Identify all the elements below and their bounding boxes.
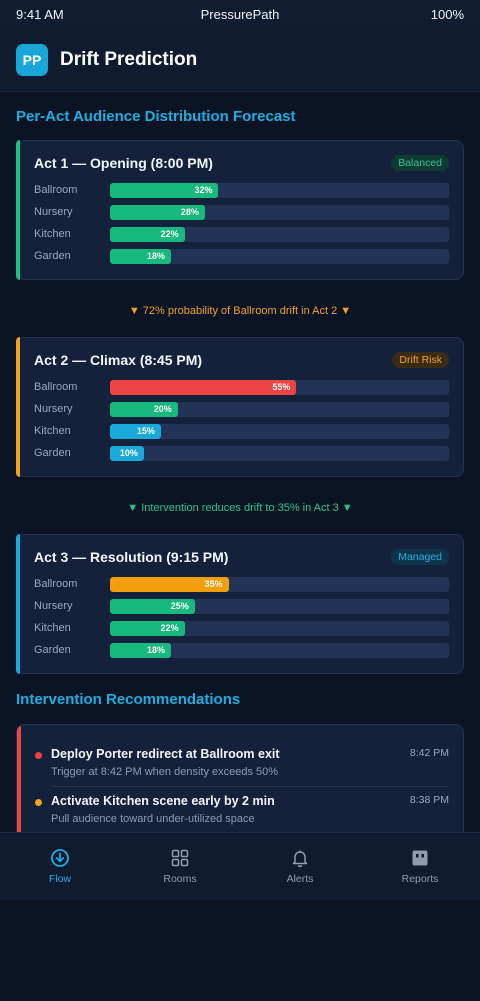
- room-row: Nursery 28%: [34, 201, 449, 223]
- status-battery: 100%: [430, 6, 464, 22]
- distribution-bar-track: 18%: [110, 248, 449, 264]
- room-label: Garden: [34, 250, 71, 262]
- room-row: Garden 18%: [34, 639, 449, 661]
- room-label: Ballroom: [34, 578, 78, 590]
- act-title: Act 2 — Climax (8:45 PM): [34, 352, 203, 368]
- priority-dot: [35, 799, 42, 806]
- distribution-bar-track: 55%: [110, 379, 449, 395]
- tab-label: Flow: [48, 873, 72, 885]
- room-row: Kitchen 22%: [34, 223, 449, 245]
- intervention-effect-note: ▼ Intervention reduces drift to 35% in A…: [127, 502, 353, 514]
- room-label: Nursery: [34, 600, 73, 612]
- act-title: Act 3 — Resolution (9:15 PM): [34, 549, 229, 565]
- distribution-bar-fill: 22%: [110, 620, 185, 636]
- room-label: Garden: [34, 447, 71, 459]
- tab-label: Alerts: [286, 873, 314, 885]
- distribution-bar-fill: 25%: [110, 598, 195, 614]
- act-card-2[interactable]: Act 2 — Climax (8:45 PM) Drift Risk Ball…: [16, 337, 464, 477]
- forecast-section-title: Per-Act Audience Distribution Forecast: [16, 108, 296, 125]
- act-title: Act 1 — Opening (8:00 PM): [34, 155, 213, 171]
- recommendation-title: Activate Kitchen scene early by 2 min: [51, 794, 275, 808]
- drift-probability-note: ▼ 72% probability of Ballroom drift in A…: [128, 305, 352, 317]
- room-row: Kitchen 22%: [34, 617, 449, 639]
- priority-dot: [35, 752, 42, 759]
- act-card-3[interactable]: Act 3 — Resolution (9:15 PM) Managed Bal…: [16, 534, 464, 674]
- grid-icon: [171, 849, 189, 867]
- distribution-bar-fill: 18%: [110, 248, 172, 264]
- main-content[interactable]: Per-Act Audience Distribution Forecast A…: [0, 92, 480, 832]
- distribution-bar-track: 22%: [110, 226, 449, 242]
- tab-rooms[interactable]: Rooms: [120, 833, 240, 900]
- room-row: Ballroom 35%: [34, 573, 449, 595]
- room-row: Garden 10%: [34, 442, 449, 464]
- interventions-card: Deploy Porter redirect at Ballroom exit …: [16, 724, 464, 832]
- room-label: Ballroom: [34, 381, 78, 393]
- recommendation-time: 8:42 PM: [409, 747, 449, 759]
- room-row: Ballroom 55%: [34, 376, 449, 398]
- distribution-bar-track: 18%: [110, 642, 449, 658]
- status-badge: Drift Risk: [392, 352, 449, 368]
- act-card-1[interactable]: Act 1 — Opening (8:00 PM) Balanced Ballr…: [16, 140, 464, 280]
- bottom-tab-bar: Flow Rooms Alerts Reports: [0, 832, 480, 900]
- distribution-bar-fill: 32%: [110, 182, 219, 198]
- room-row: Ballroom 32%: [34, 179, 449, 201]
- distribution-bar-track: 15%: [110, 423, 449, 439]
- page-title: Drift Prediction: [60, 48, 198, 70]
- act-accent-bar: [16, 534, 20, 674]
- interventions-section-title: Intervention Recommendations: [16, 691, 241, 708]
- bell-icon: [292, 850, 308, 868]
- recommendation-title: Deploy Porter redirect at Ballroom exit: [51, 747, 280, 761]
- distribution-bar-fill: 22%: [110, 226, 185, 242]
- room-row: Nursery 20%: [34, 398, 449, 420]
- act-accent-bar: [16, 337, 20, 477]
- tab-reports[interactable]: Reports: [360, 833, 480, 900]
- room-label: Garden: [34, 644, 71, 656]
- room-label: Nursery: [34, 403, 73, 415]
- status-badge: Balanced: [391, 155, 449, 171]
- app-logo: PP: [16, 43, 48, 76]
- distribution-bar-track: 32%: [110, 182, 449, 198]
- app-header: PP Drift Prediction: [0, 28, 480, 92]
- room-label: Nursery: [34, 206, 73, 218]
- status-time: 9:41 AM: [16, 6, 64, 22]
- distribution-bar-track: 22%: [110, 620, 449, 636]
- distribution-bar-fill: 18%: [110, 642, 172, 658]
- room-label: Kitchen: [34, 228, 71, 240]
- distribution-bar-track: 10%: [110, 445, 449, 461]
- status-badge: Managed: [391, 549, 449, 565]
- tab-label: Rooms: [163, 873, 197, 885]
- distribution-bar-fill: 35%: [110, 576, 229, 592]
- distribution-bar-track: 20%: [110, 401, 449, 417]
- room-row: Nursery 25%: [34, 595, 449, 617]
- act-accent-bar: [16, 140, 20, 280]
- recommendation-subtitle: Trigger at 8:42 PM when density exceeds …: [51, 766, 279, 778]
- recommendation-subtitle: Pull audience toward under-utilized spac…: [51, 813, 255, 825]
- report-icon: [412, 850, 428, 866]
- distribution-bar-fill: 55%: [110, 379, 297, 395]
- room-row: Garden 18%: [34, 245, 449, 267]
- tab-label: Reports: [401, 873, 439, 885]
- distribution-bar-track: 25%: [110, 598, 449, 614]
- room-label: Kitchen: [34, 622, 71, 634]
- distribution-bar-track: 35%: [110, 576, 449, 592]
- distribution-bar-fill: 28%: [110, 204, 205, 220]
- recommendation-time: 8:38 PM: [409, 794, 449, 806]
- flow-icon: [51, 849, 69, 867]
- status-bar: 9:41 AM PressurePath 100%: [0, 0, 480, 28]
- room-row: Kitchen 15%: [34, 420, 449, 442]
- distribution-bar-fill: 15%: [110, 423, 161, 439]
- room-label: Kitchen: [34, 425, 71, 437]
- tab-flow[interactable]: Flow: [0, 833, 120, 900]
- room-label: Ballroom: [34, 184, 78, 196]
- status-app-name: PressurePath: [200, 6, 280, 22]
- distribution-bar-fill: 20%: [110, 401, 178, 417]
- distribution-bar-track: 28%: [110, 204, 449, 220]
- distribution-bar-fill: 10%: [110, 445, 144, 461]
- divider: [51, 786, 449, 787]
- recommendation-item[interactable]: Activate Kitchen scene early by 2 min Pu…: [17, 794, 463, 825]
- recommendation-item[interactable]: Deploy Porter redirect at Ballroom exit …: [17, 747, 463, 778]
- tab-alerts[interactable]: Alerts: [240, 833, 360, 900]
